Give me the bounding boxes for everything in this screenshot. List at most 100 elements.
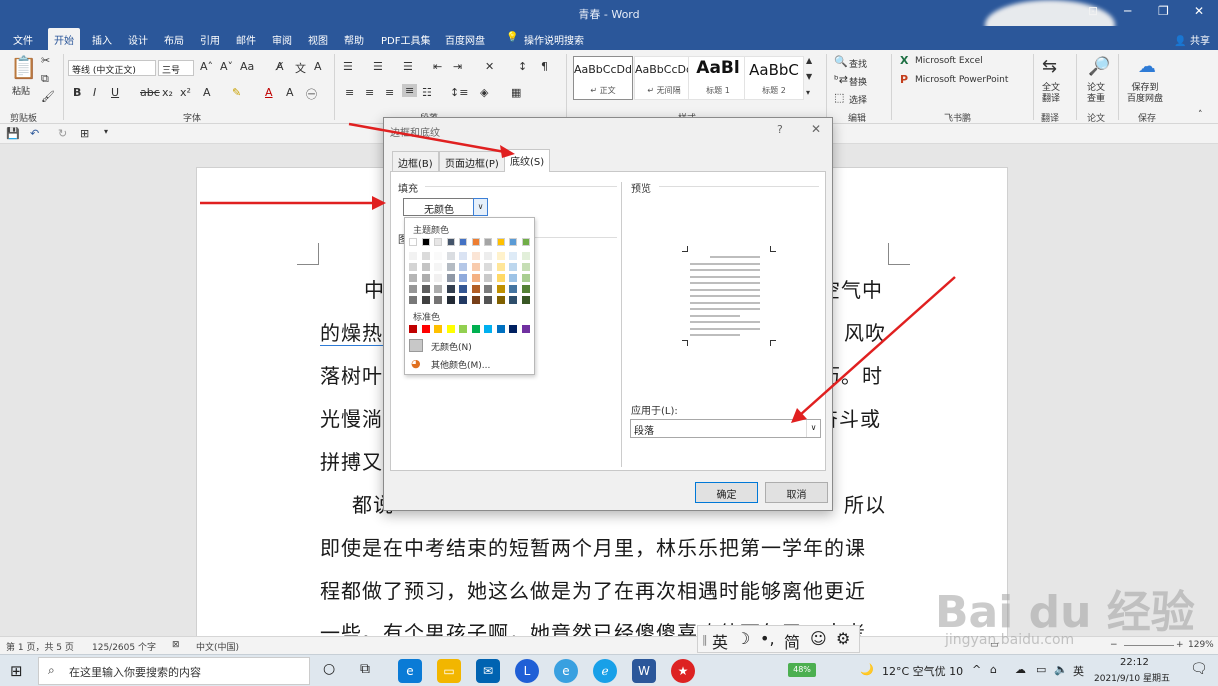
apply-to-dropdown[interactable]: 段落 ∨ xyxy=(630,419,821,438)
standard-color-swatch[interactable] xyxy=(521,325,530,333)
chevron-down-icon[interactable]: ∨ xyxy=(473,198,488,216)
theme-shade-swatch[interactable] xyxy=(434,252,442,260)
theme-shade-swatch[interactable] xyxy=(421,296,430,304)
dialog-close-button[interactable]: ✕ xyxy=(811,122,821,136)
theme-shade-swatch[interactable] xyxy=(471,263,480,271)
tab-review[interactable]: 审阅 xyxy=(268,30,296,49)
justify-icon[interactable]: ≡ xyxy=(402,84,418,97)
theme-shade-swatch[interactable] xyxy=(409,274,417,282)
theme-shade-swatch[interactable] xyxy=(446,274,455,282)
standard-color-swatch[interactable] xyxy=(434,325,442,333)
italic-icon[interactable]: I xyxy=(93,86,96,99)
redo-icon[interactable]: ↻ xyxy=(58,127,67,140)
styles-up-icon[interactable]: ▲ xyxy=(806,56,812,65)
line-spacing-icon[interactable]: ↕≡ xyxy=(450,86,468,99)
theme-shade-swatch[interactable] xyxy=(471,285,480,293)
doc-line-1[interactable]: 中 xyxy=(364,274,385,303)
close-icon[interactable]: ✕ xyxy=(1194,4,1204,18)
theme-shade-swatch[interactable] xyxy=(496,296,505,304)
copy-icon[interactable]: ⧉ xyxy=(41,72,49,86)
cancel-button[interactable]: 取消 xyxy=(765,482,828,503)
styles-down-icon[interactable]: ▼ xyxy=(806,72,812,81)
theme-shade-swatch[interactable] xyxy=(484,285,492,293)
theme-color-swatch[interactable] xyxy=(409,238,417,246)
tab-borders[interactable]: 边框(B) xyxy=(392,151,439,171)
paste-icon[interactable]: 📋 xyxy=(10,56,37,81)
share-button[interactable]: 👤 共享 xyxy=(1174,32,1210,47)
theme-shade-swatch[interactable] xyxy=(446,252,455,260)
strikethrough-icon[interactable]: abc xyxy=(140,86,160,99)
chevron-down-icon[interactable]: ∨ xyxy=(806,420,820,437)
standard-color-swatch[interactable] xyxy=(459,325,467,333)
theme-shade-swatch[interactable] xyxy=(496,252,505,260)
theme-color-swatch[interactable] xyxy=(459,238,467,246)
weather-text[interactable]: 12°C 空气优 10 xyxy=(882,663,963,679)
baidu-netdisk-icon[interactable]: ☁ xyxy=(1138,56,1156,77)
theme-color-swatch[interactable] xyxy=(484,238,492,246)
translate-icon[interactable]: ⇆ xyxy=(1042,56,1057,77)
doc-line-3[interactable]: 落树叶 xyxy=(320,360,383,389)
tab-page-border[interactable]: 页面边框(P) xyxy=(439,151,505,171)
standard-color-swatch[interactable] xyxy=(471,325,480,333)
find-icon[interactable]: 🔍 xyxy=(834,55,848,68)
fill-color-dropdown[interactable]: 无颜色 ∨ xyxy=(403,198,488,216)
theme-shade-swatch[interactable] xyxy=(421,252,430,260)
standard-color-swatch[interactable] xyxy=(484,325,492,333)
theme-shade-swatch[interactable] xyxy=(459,263,467,271)
theme-color-swatch[interactable] xyxy=(471,238,480,246)
theme-shade-swatch[interactable] xyxy=(459,285,467,293)
ime-drag-handle[interactable]: ‖ xyxy=(702,633,708,646)
paper-check-icon[interactable]: 🔎 xyxy=(1088,56,1110,77)
tab-mailings[interactable]: 邮件 xyxy=(232,30,260,49)
theme-shade-swatch[interactable] xyxy=(484,296,492,304)
word-taskbar-icon[interactable]: W xyxy=(632,659,656,683)
cortana-icon[interactable]: ○ xyxy=(323,661,335,677)
cloud-icon[interactable]: ☁ xyxy=(1015,663,1026,676)
phonetic-guide-icon[interactable]: 文 xyxy=(295,60,306,76)
theme-shade-swatch[interactable] xyxy=(484,263,492,271)
standard-color-swatch[interactable] xyxy=(421,325,430,333)
theme-shade-swatch[interactable] xyxy=(459,252,467,260)
volume-icon[interactable]: 🔈 xyxy=(1054,663,1068,676)
theme-color-swatch[interactable] xyxy=(421,238,430,246)
theme-shade-swatch[interactable] xyxy=(509,296,517,304)
battery-tray-icon[interactable]: ▭ xyxy=(1036,663,1046,676)
doc-line-4[interactable]: 光慢淌 xyxy=(320,403,383,432)
font-color-icon[interactable]: A xyxy=(265,86,273,99)
format-painter-icon[interactable]: 🖌 xyxy=(41,90,55,103)
undo-icon[interactable]: ↶ xyxy=(30,127,39,140)
tab-design[interactable]: 设计 xyxy=(124,30,152,49)
lark-app-icon[interactable]: L xyxy=(515,659,539,683)
theme-shade-swatch[interactable] xyxy=(496,263,505,271)
restore-icon[interactable]: ❐ xyxy=(1158,4,1169,18)
doc-line-6-end[interactable]: 所以 xyxy=(844,489,886,518)
theme-shade-swatch[interactable] xyxy=(521,296,530,304)
theme-shade-swatch[interactable] xyxy=(509,252,517,260)
char-shading-icon[interactable]: A xyxy=(286,86,294,99)
tab-pdf-tools[interactable]: PDF工具集 xyxy=(377,30,434,49)
theme-color-swatch[interactable] xyxy=(446,238,455,246)
theme-shade-swatch[interactable] xyxy=(496,274,505,282)
table-icon[interactable]: ⊞ xyxy=(80,127,89,140)
clock-date[interactable]: 2021/9/10 星期五 xyxy=(1094,671,1170,684)
notification-icon[interactable]: 🗨 xyxy=(1190,661,1208,677)
find-button[interactable]: 查找 xyxy=(849,57,867,70)
theme-shade-swatch[interactable] xyxy=(446,263,455,271)
theme-shade-swatch[interactable] xyxy=(421,285,430,293)
theme-shade-swatch[interactable] xyxy=(521,274,530,282)
theme-shade-swatch[interactable] xyxy=(459,274,467,282)
paste-button[interactable]: 粘贴 xyxy=(12,84,30,97)
style-heading-1[interactable]: AaBl 标题 1 xyxy=(688,56,748,100)
theme-shade-swatch[interactable] xyxy=(409,252,417,260)
theme-shade-swatch[interactable] xyxy=(509,263,517,271)
multilevel-list-icon[interactable]: ☰ xyxy=(403,60,413,73)
theme-shade-swatch[interactable] xyxy=(509,285,517,293)
char-border-icon[interactable]: A xyxy=(314,60,322,73)
ime-width-toggle[interactable]: ☽ xyxy=(736,629,750,648)
tab-help[interactable]: 帮助 xyxy=(340,30,368,49)
doc-line-2[interactable]: 的燥热 xyxy=(320,317,383,346)
tab-references[interactable]: 引用 xyxy=(196,30,224,49)
save-icon[interactable]: 💾 xyxy=(6,127,20,140)
bullets-icon[interactable]: ☰ xyxy=(343,60,353,73)
theme-shade-swatch[interactable] xyxy=(471,252,480,260)
